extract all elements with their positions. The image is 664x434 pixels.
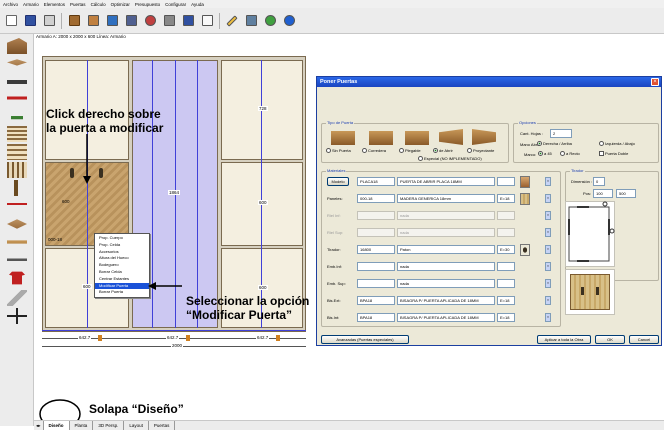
material-extra-field [497, 177, 515, 186]
chevron-down-icon[interactable]: ▾ [545, 228, 551, 237]
radio-proyectante[interactable]: Proyectante [467, 148, 494, 153]
door-plegable-icon[interactable] [405, 131, 429, 145]
radio-de-abrir[interactable]: de Abrir [433, 148, 453, 153]
material-extra-field: E=18 [497, 313, 515, 322]
pos-input-2[interactable]: 500 [616, 189, 636, 198]
material-code-input[interactable]: 16800 [357, 245, 395, 254]
pos-input-1[interactable]: 100 [593, 189, 613, 198]
materiales-group-label: Materiales [326, 168, 347, 173]
material-code-input[interactable] [357, 228, 395, 237]
dimension-label: Dimensión : [571, 179, 593, 184]
material-extra-field [497, 279, 515, 288]
material-code-input[interactable]: 000-18 [357, 194, 395, 203]
material-extra-field [497, 211, 515, 220]
chevron-down-icon[interactable]: ▾ [545, 211, 551, 220]
radio-corredera[interactable]: Corredera [362, 148, 386, 153]
chevron-down-icon[interactable]: ▾ [545, 177, 551, 186]
material-row-label: Riel Inf: [327, 213, 341, 218]
material-row-label: Bis.Int: [327, 315, 340, 320]
cant-hojas-input[interactable]: 2 [550, 129, 572, 138]
material-row-label: Riel Sup: [327, 230, 344, 235]
material-code-input[interactable]: PLACA18 [357, 177, 395, 186]
radio-plegable[interactable]: Plegable [399, 148, 421, 153]
material-desc-field: MADERA GENERICA 18mm [397, 194, 495, 203]
avanzadas-button[interactable]: Avanzadas (Puertas especiales) [321, 335, 409, 344]
material-extra-field [497, 228, 515, 237]
chevron-down-icon[interactable]: ▾ [545, 313, 551, 322]
handle-position-icon [568, 201, 615, 262]
door-handle-icon [581, 287, 584, 295]
tab-puertas[interactable]: Puertas [149, 421, 176, 430]
dialog-title: Poner Puertas [317, 77, 661, 87]
material-row-label: Bis.Ext: [327, 298, 341, 303]
tirador-group-label: Tirador [570, 168, 585, 173]
material-row-label: Paneles: [327, 196, 343, 201]
dimension-input[interactable]: 0 [593, 177, 605, 186]
material-row-label: Emb. Sup: [327, 281, 346, 286]
material-extra-field: E=18 [497, 194, 515, 203]
chevron-down-icon[interactable]: ▾ [545, 245, 551, 254]
door-corredera-icon[interactable] [369, 131, 393, 145]
modelo-button[interactable]: Modelo [327, 177, 349, 186]
material-row-label: Emb.Inf: [327, 264, 342, 269]
material-desc-field: BISAGRA P/ PUERTA APLICADA DE 18MM [397, 296, 495, 305]
material-desc-field: Paton [397, 245, 495, 254]
chevron-down-icon[interactable]: ▾ [545, 279, 551, 288]
material-extra-field: E=30 [497, 245, 515, 254]
chevron-down-icon[interactable]: ▾ [545, 262, 551, 271]
door-preview-image [570, 274, 610, 310]
material-desc-field: BISAGRA P/ PUERTA APLICADA DE 18MM [397, 313, 495, 322]
arrowhead-icon [83, 176, 91, 184]
material-extra-field: E=18 [497, 296, 515, 305]
bottom-tab-bar: ◂▸ Diseño Planta 3D Persp. Layout Puerta… [34, 420, 664, 430]
material-code-input[interactable] [357, 279, 395, 288]
handle-swatch-icon[interactable] [520, 244, 530, 256]
radio-derecha[interactable]: Derecha / Arriba [537, 141, 572, 146]
material-desc-field: PUERTA DE ABRIR PLACA 18MM [397, 177, 495, 186]
material-code-input[interactable]: BPA18 [357, 296, 395, 305]
tab-layout[interactable]: Layout [124, 421, 149, 430]
material-desc-field: nada [397, 228, 495, 237]
ok-button[interactable]: OK [595, 335, 625, 344]
poner-puertas-dialog: Poner Puertas × Tipo de Puerta Sin Puert… [316, 76, 662, 346]
aplicar-obra-button[interactable]: Aplicar a toda la Obra [537, 335, 591, 344]
material-swatch-icon[interactable] [520, 193, 530, 205]
radio-sin-puerta[interactable]: Sin Puerta [326, 148, 351, 153]
material-code-input[interactable]: BPA18 [357, 313, 395, 322]
tab-3d-persp[interactable]: 3D Persp. [93, 421, 125, 430]
tab-scroll-left-icon[interactable]: ◂▸ [34, 421, 44, 430]
arrowhead-icon [148, 282, 156, 290]
tipo-group-label: Tipo de Puerta [326, 120, 355, 125]
marco-label: Marco: [524, 152, 537, 157]
door-handle-icon [596, 287, 599, 295]
material-row-label: Tirador: [327, 247, 341, 252]
puerta-doble-checkbox[interactable]: Puerta Doble [599, 151, 628, 156]
chevron-down-icon[interactable]: ▾ [545, 296, 551, 305]
material-swatch-icon[interactable] [520, 176, 530, 188]
material-code-input[interactable] [357, 211, 395, 220]
cancel-button[interactable]: Cancel [629, 335, 659, 344]
tab-planta[interactable]: Planta [70, 421, 94, 430]
radio-izquierda[interactable]: Izquierda / Abajo [599, 141, 635, 146]
material-desc-field: nada [397, 211, 495, 220]
material-extra-field [497, 262, 515, 271]
door-sliding-icon[interactable] [331, 131, 355, 145]
radio-a-recto[interactable]: a Recto [560, 151, 580, 156]
material-code-input[interactable] [357, 262, 395, 271]
radio-especial[interactable]: Especial (NO IMPLEMENTADO) [418, 156, 482, 161]
radio-a45[interactable]: a 45 [538, 151, 552, 156]
pos-label: Pos: [583, 191, 592, 196]
material-desc-field: nada [397, 279, 495, 288]
cant-hojas-label: Cant. Hojas : [520, 131, 544, 136]
chevron-down-icon[interactable]: ▾ [545, 194, 551, 203]
close-icon[interactable]: × [651, 78, 659, 86]
opciones-group-label: Opciones [518, 120, 537, 125]
material-desc-field: nada [397, 262, 495, 271]
tab-diseno[interactable]: Diseño [43, 421, 70, 430]
